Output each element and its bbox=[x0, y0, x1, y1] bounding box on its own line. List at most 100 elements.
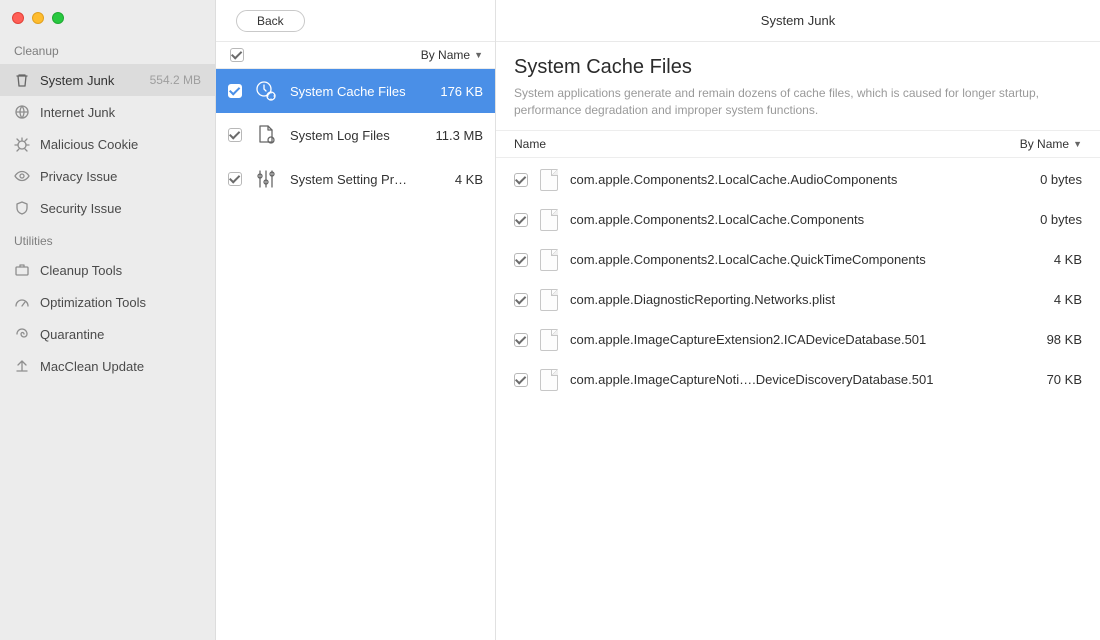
sidebar-item[interactable]: Malicious Cookie bbox=[0, 128, 215, 160]
sidebar-item[interactable]: MacClean Update bbox=[0, 350, 215, 382]
category-row[interactable]: System Cache Files 176 KB bbox=[216, 69, 495, 113]
trash-icon bbox=[14, 72, 30, 88]
category-size: 176 KB bbox=[440, 84, 483, 99]
file-size: 70 KB bbox=[1012, 372, 1082, 387]
browser-icon bbox=[14, 104, 30, 120]
category-row[interactable]: System Log Files 11.3 MB bbox=[216, 113, 495, 157]
back-button[interactable]: Back bbox=[236, 10, 305, 32]
category-checkbox[interactable] bbox=[228, 84, 242, 98]
category-checkbox[interactable] bbox=[228, 172, 242, 186]
file-name: com.apple.ImageCaptureExtension2.ICADevi… bbox=[570, 332, 1000, 347]
file-row[interactable]: com.apple.Components2.LocalCache.Compone… bbox=[496, 200, 1100, 240]
sidebar-item-label: Optimization Tools bbox=[40, 295, 201, 310]
sidebar-item-label: System Junk bbox=[40, 73, 140, 88]
category-size: 11.3 MB bbox=[436, 128, 483, 143]
file-icon bbox=[540, 249, 558, 271]
select-all-categories-checkbox[interactable] bbox=[230, 48, 244, 62]
briefcase-icon bbox=[14, 262, 30, 278]
category-panel: Back By Name ▼ System Cache Files176 KBS… bbox=[216, 0, 496, 640]
sidebar-item[interactable]: Optimization Tools bbox=[0, 286, 215, 318]
sidebar-item-label: MacClean Update bbox=[40, 359, 201, 374]
file-row[interactable]: com.apple.ImageCaptureNoti….DeviceDiscov… bbox=[496, 360, 1100, 400]
file-size: 98 KB bbox=[1012, 332, 1082, 347]
file-table-header: Name By Name ▼ bbox=[496, 130, 1100, 158]
sidebar-item[interactable]: System Junk 554.2 MB bbox=[0, 64, 215, 96]
clock-gear-icon bbox=[254, 79, 278, 103]
close-window[interactable] bbox=[12, 12, 24, 24]
file-checkbox[interactable] bbox=[514, 373, 528, 387]
sliders-icon bbox=[254, 167, 278, 191]
file-row[interactable]: com.apple.ImageCaptureExtension2.ICADevi… bbox=[496, 320, 1100, 360]
sidebar-item[interactable]: Quarantine bbox=[0, 318, 215, 350]
file-list: com.apple.Components2.LocalCache.AudioCo… bbox=[496, 158, 1100, 402]
category-name: System Setting Pr… bbox=[290, 172, 443, 187]
detail-title: System Cache Files bbox=[514, 56, 1082, 79]
category-checkbox[interactable] bbox=[228, 128, 242, 142]
file-checkbox[interactable] bbox=[514, 253, 528, 267]
category-name: System Cache Files bbox=[290, 84, 428, 99]
chevron-down-icon: ▼ bbox=[1073, 139, 1082, 149]
doc-gear-icon bbox=[254, 123, 278, 147]
sidebar-item-label: Cleanup Tools bbox=[40, 263, 201, 278]
file-checkbox[interactable] bbox=[514, 333, 528, 347]
gauge-icon bbox=[14, 294, 30, 310]
sidebar-item-label: Privacy Issue bbox=[40, 169, 201, 184]
sidebar-item-badge: 554.2 MB bbox=[150, 73, 201, 87]
file-sort-dropdown[interactable]: By Name ▼ bbox=[1020, 137, 1082, 151]
sidebar-section-title: Utilities bbox=[0, 224, 215, 254]
file-sort-label: By Name bbox=[1020, 137, 1069, 151]
file-row[interactable]: com.apple.Components2.LocalCache.AudioCo… bbox=[496, 160, 1100, 200]
zoom-window[interactable] bbox=[52, 12, 64, 24]
window-title-text: System Junk bbox=[761, 13, 835, 28]
minimize-window[interactable] bbox=[32, 12, 44, 24]
sidebar-item[interactable]: Security Issue bbox=[0, 192, 215, 224]
file-icon bbox=[540, 209, 558, 231]
file-checkbox[interactable] bbox=[514, 293, 528, 307]
file-name: com.apple.Components2.LocalCache.Compone… bbox=[570, 212, 1000, 227]
file-checkbox[interactable] bbox=[514, 213, 528, 227]
sidebar-item-label: Internet Junk bbox=[40, 105, 201, 120]
file-size: 0 bytes bbox=[1012, 212, 1082, 227]
detail-description: System applications generate and remain … bbox=[514, 85, 1082, 120]
chevron-down-icon: ▼ bbox=[474, 50, 483, 60]
sidebar-item[interactable]: Privacy Issue bbox=[0, 160, 215, 192]
file-row[interactable]: com.apple.Components2.LocalCache.QuickTi… bbox=[496, 240, 1100, 280]
file-checkbox[interactable] bbox=[514, 173, 528, 187]
window-title: System Junk bbox=[496, 0, 1100, 42]
category-header: Back bbox=[216, 0, 495, 42]
file-size: 0 bytes bbox=[1012, 172, 1082, 187]
eye-icon bbox=[14, 168, 30, 184]
swirl-icon bbox=[14, 326, 30, 342]
category-sort-label: By Name bbox=[421, 48, 470, 62]
sidebar-item[interactable]: Internet Junk bbox=[0, 96, 215, 128]
category-name: System Log Files bbox=[290, 128, 424, 143]
shield-icon bbox=[14, 200, 30, 216]
sidebar-section-title: Cleanup bbox=[0, 34, 215, 64]
file-icon bbox=[540, 289, 558, 311]
sidebar-item-label: Quarantine bbox=[40, 327, 201, 342]
sidebar-item-label: Malicious Cookie bbox=[40, 137, 201, 152]
category-sort-dropdown[interactable]: By Name ▼ bbox=[421, 48, 483, 62]
file-header-name: Name bbox=[514, 137, 1020, 151]
upload-icon bbox=[14, 358, 30, 374]
file-size: 4 KB bbox=[1012, 252, 1082, 267]
window-controls bbox=[0, 6, 215, 34]
file-row[interactable]: com.apple.DiagnosticReporting.Networks.p… bbox=[496, 280, 1100, 320]
file-name: com.apple.Components2.LocalCache.AudioCo… bbox=[570, 172, 1000, 187]
file-name: com.apple.Components2.LocalCache.QuickTi… bbox=[570, 252, 1000, 267]
sidebar: Cleanup System Junk 554.2 MB Internet Junk M… bbox=[0, 0, 216, 640]
category-size: 4 KB bbox=[455, 172, 483, 187]
file-size: 4 KB bbox=[1012, 292, 1082, 307]
file-icon bbox=[540, 369, 558, 391]
file-name: com.apple.ImageCaptureNoti….DeviceDiscov… bbox=[570, 372, 1000, 387]
bug-icon bbox=[14, 136, 30, 152]
file-name: com.apple.DiagnosticReporting.Networks.p… bbox=[570, 292, 1000, 307]
category-row[interactable]: System Setting Pr… 4 KB bbox=[216, 157, 495, 201]
sidebar-item-label: Security Issue bbox=[40, 201, 201, 216]
detail-title-block: System Cache Files System applications g… bbox=[496, 42, 1100, 130]
file-icon bbox=[540, 329, 558, 351]
file-icon bbox=[540, 169, 558, 191]
category-sort-row: By Name ▼ bbox=[216, 42, 495, 69]
detail-panel: System Junk System Cache Files System ap… bbox=[496, 0, 1100, 640]
sidebar-item[interactable]: Cleanup Tools bbox=[0, 254, 215, 286]
